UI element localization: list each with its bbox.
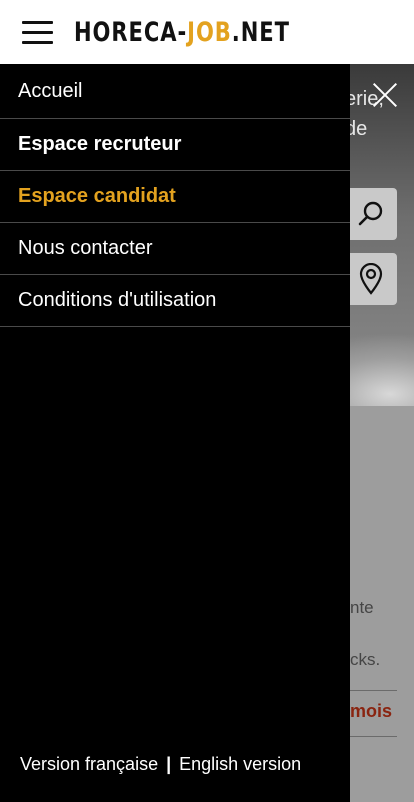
hero-headline-line2: de: [345, 118, 368, 140]
logo-text-part3: .NET: [231, 17, 290, 48]
divider: [350, 736, 397, 737]
language-separator: |: [166, 754, 172, 774]
close-icon[interactable]: [372, 82, 398, 108]
search-button[interactable]: [345, 188, 397, 240]
divider: [350, 690, 397, 691]
search-icon: [358, 201, 383, 226]
language-link-french[interactable]: Version française: [20, 754, 158, 774]
drawer-menu: Accueil Espace recruteur Espace candidat…: [0, 64, 350, 327]
content-text-fragment: nte: [350, 598, 374, 617]
site-logo[interactable]: HORECA-JOB.NET: [74, 16, 290, 50]
location-pin-icon: [359, 263, 383, 295]
language-link-english[interactable]: English version: [179, 754, 301, 774]
navigation-drawer: Accueil Espace recruteur Espace candidat…: [0, 64, 350, 802]
menu-item-nous-contacter[interactable]: Nous contacter: [0, 223, 350, 275]
hamburger-line: [22, 41, 53, 44]
menu-item-conditions-utilisation[interactable]: Conditions d'utilisation: [0, 275, 350, 327]
content-text-fragment: cks.: [350, 650, 381, 669]
hamburger-menu-icon[interactable]: [22, 19, 54, 47]
location-button[interactable]: [345, 253, 397, 305]
language-switcher: Version française | English version: [20, 754, 301, 775]
menu-item-accueil[interactable]: Accueil: [0, 64, 350, 119]
hamburger-line: [22, 31, 53, 34]
hamburger-line: [22, 21, 53, 24]
site-header: HORECA-JOB.NET: [0, 0, 414, 64]
menu-item-espace-recruteur[interactable]: Espace recruteur: [0, 119, 350, 171]
content-link[interactable]: mois: [350, 701, 392, 722]
logo-text-accent: JOB: [187, 17, 232, 48]
menu-item-espace-candidat[interactable]: Espace candidat: [0, 171, 350, 223]
logo-text-part1: HORECA-: [74, 17, 188, 48]
